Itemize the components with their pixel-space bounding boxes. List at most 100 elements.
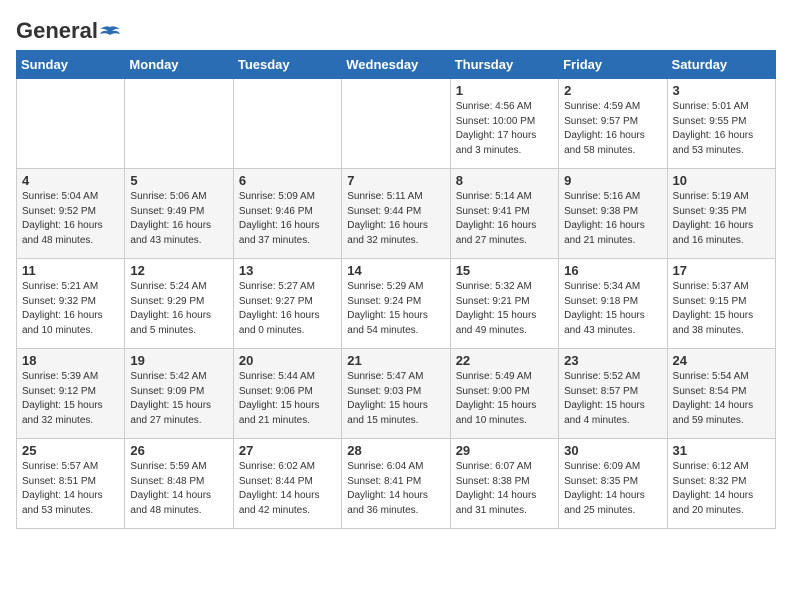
day-info: Sunrise: 6:04 AM Sunset: 8:41 PM Dayligh…: [347, 460, 444, 518]
day-info: Sunrise: 5:37 AM Sunset: 9:15 PM Dayligh…: [673, 280, 770, 338]
day-info: Sunrise: 5:16 AM Sunset: 9:38 PM Dayligh…: [564, 190, 661, 248]
day-number: 19: [130, 353, 227, 368]
day-info: Sunrise: 5:32 AM Sunset: 9:21 PM Dayligh…: [456, 280, 553, 338]
calendar-cell: 11 Sunrise: 5:21 AM Sunset: 9:32 PM Dayli…: [17, 259, 125, 349]
calendar-cell: 4 Sunrise: 5:04 AM Sunset: 9:52 PM Daylig…: [17, 169, 125, 259]
day-info: Sunrise: 5:39 AM Sunset: 9:12 PM Dayligh…: [22, 370, 119, 428]
week-row-4: 18 Sunrise: 5:39 AM Sunset: 9:12 PM Dayli…: [17, 349, 776, 439]
calendar-cell: 12 Sunrise: 5:24 AM Sunset: 9:29 PM Dayli…: [125, 259, 233, 349]
day-number: 13: [239, 263, 336, 278]
day-info: Sunrise: 5:34 AM Sunset: 9:18 PM Dayligh…: [564, 280, 661, 338]
calendar-cell: 25 Sunrise: 5:57 AM Sunset: 8:51 PM Dayli…: [17, 439, 125, 529]
day-info: Sunrise: 6:02 AM Sunset: 8:44 PM Dayligh…: [239, 460, 336, 518]
calendar-cell: 14 Sunrise: 5:29 AM Sunset: 9:24 PM Dayli…: [342, 259, 450, 349]
weekday-header-friday: Friday: [559, 51, 667, 79]
calendar-cell: 10 Sunrise: 5:19 AM Sunset: 9:35 PM Dayli…: [667, 169, 775, 259]
calendar-cell: 24 Sunrise: 5:54 AM Sunset: 8:54 PM Dayli…: [667, 349, 775, 439]
day-info: Sunrise: 5:47 AM Sunset: 9:03 PM Dayligh…: [347, 370, 444, 428]
calendar-cell: 19 Sunrise: 5:42 AM Sunset: 9:09 PM Dayli…: [125, 349, 233, 439]
day-number: 27: [239, 443, 336, 458]
day-info: Sunrise: 5:54 AM Sunset: 8:54 PM Dayligh…: [673, 370, 770, 428]
day-info: Sunrise: 5:21 AM Sunset: 9:32 PM Dayligh…: [22, 280, 119, 338]
day-info: Sunrise: 5:27 AM Sunset: 9:27 PM Dayligh…: [239, 280, 336, 338]
day-info: Sunrise: 5:44 AM Sunset: 9:06 PM Dayligh…: [239, 370, 336, 428]
day-number: 30: [564, 443, 661, 458]
calendar-cell: 23 Sunrise: 5:52 AM Sunset: 8:57 PM Dayli…: [559, 349, 667, 439]
weekday-header-monday: Monday: [125, 51, 233, 79]
calendar-cell: 13 Sunrise: 5:27 AM Sunset: 9:27 PM Dayli…: [233, 259, 341, 349]
week-row-2: 4 Sunrise: 5:04 AM Sunset: 9:52 PM Daylig…: [17, 169, 776, 259]
weekday-header-tuesday: Tuesday: [233, 51, 341, 79]
day-number: 3: [673, 83, 770, 98]
day-number: 15: [456, 263, 553, 278]
calendar-cell: 20 Sunrise: 5:44 AM Sunset: 9:06 PM Dayli…: [233, 349, 341, 439]
day-number: 26: [130, 443, 227, 458]
day-info: Sunrise: 5:01 AM Sunset: 9:55 PM Dayligh…: [673, 100, 770, 158]
day-number: 10: [673, 173, 770, 188]
calendar-cell: [233, 79, 341, 169]
day-info: Sunrise: 5:04 AM Sunset: 9:52 PM Dayligh…: [22, 190, 119, 248]
day-number: 29: [456, 443, 553, 458]
day-info: Sunrise: 5:49 AM Sunset: 9:00 PM Dayligh…: [456, 370, 553, 428]
day-number: 16: [564, 263, 661, 278]
day-number: 23: [564, 353, 661, 368]
day-number: 22: [456, 353, 553, 368]
day-number: 18: [22, 353, 119, 368]
day-number: 21: [347, 353, 444, 368]
day-number: 8: [456, 173, 553, 188]
calendar-cell: 7 Sunrise: 5:11 AM Sunset: 9:44 PM Daylig…: [342, 169, 450, 259]
calendar-cell: [125, 79, 233, 169]
header: General: [16, 16, 776, 42]
calendar-cell: 22 Sunrise: 5:49 AM Sunset: 9:00 PM Dayli…: [450, 349, 558, 439]
day-info: Sunrise: 5:57 AM Sunset: 8:51 PM Dayligh…: [22, 460, 119, 518]
day-number: 20: [239, 353, 336, 368]
calendar-table: SundayMondayTuesdayWednesdayThursdayFrid…: [16, 50, 776, 529]
weekday-header-thursday: Thursday: [450, 51, 558, 79]
calendar-cell: [342, 79, 450, 169]
week-row-3: 11 Sunrise: 5:21 AM Sunset: 9:32 PM Dayli…: [17, 259, 776, 349]
calendar-cell: 27 Sunrise: 6:02 AM Sunset: 8:44 PM Dayli…: [233, 439, 341, 529]
day-info: Sunrise: 6:12 AM Sunset: 8:32 PM Dayligh…: [673, 460, 770, 518]
calendar-cell: 26 Sunrise: 5:59 AM Sunset: 8:48 PM Dayli…: [125, 439, 233, 529]
day-number: 7: [347, 173, 444, 188]
day-info: Sunrise: 5:19 AM Sunset: 9:35 PM Dayligh…: [673, 190, 770, 248]
week-row-5: 25 Sunrise: 5:57 AM Sunset: 8:51 PM Dayli…: [17, 439, 776, 529]
day-number: 14: [347, 263, 444, 278]
calendar-cell: 17 Sunrise: 5:37 AM Sunset: 9:15 PM Dayli…: [667, 259, 775, 349]
weekday-header-wednesday: Wednesday: [342, 51, 450, 79]
day-info: Sunrise: 5:24 AM Sunset: 9:29 PM Dayligh…: [130, 280, 227, 338]
calendar-cell: 8Sunrise: 5:14 AM Sunset: 9:41 PM Daylig…: [450, 169, 558, 259]
day-number: 31: [673, 443, 770, 458]
week-row-1: 1Sunrise: 4:56 AM Sunset: 10:00 PM Dayli…: [17, 79, 776, 169]
calendar-cell: [17, 79, 125, 169]
day-number: 17: [673, 263, 770, 278]
day-info: Sunrise: 5:59 AM Sunset: 8:48 PM Dayligh…: [130, 460, 227, 518]
calendar-cell: 6 Sunrise: 5:09 AM Sunset: 9:46 PM Daylig…: [233, 169, 341, 259]
calendar-cell: 28 Sunrise: 6:04 AM Sunset: 8:41 PM Dayli…: [342, 439, 450, 529]
day-info: Sunrise: 6:09 AM Sunset: 8:35 PM Dayligh…: [564, 460, 661, 518]
day-number: 4: [22, 173, 119, 188]
day-info: Sunrise: 4:59 AM Sunset: 9:57 PM Dayligh…: [564, 100, 661, 158]
calendar-cell: 31 Sunrise: 6:12 AM Sunset: 8:32 PM Dayli…: [667, 439, 775, 529]
day-info: Sunrise: 5:09 AM Sunset: 9:46 PM Dayligh…: [239, 190, 336, 248]
day-info: Sunrise: 6:07 AM Sunset: 8:38 PM Dayligh…: [456, 460, 553, 518]
day-info: Sunrise: 5:11 AM Sunset: 9:44 PM Dayligh…: [347, 190, 444, 248]
calendar-cell: 2Sunrise: 4:59 AM Sunset: 9:57 PM Daylig…: [559, 79, 667, 169]
day-number: 6: [239, 173, 336, 188]
day-number: 24: [673, 353, 770, 368]
day-number: 12: [130, 263, 227, 278]
calendar-cell: 16 Sunrise: 5:34 AM Sunset: 9:18 PM Dayli…: [559, 259, 667, 349]
calendar-cell: 3 Sunrise: 5:01 AM Sunset: 9:55 PM Daylig…: [667, 79, 775, 169]
day-number: 1: [456, 83, 553, 98]
day-info: Sunrise: 5:52 AM Sunset: 8:57 PM Dayligh…: [564, 370, 661, 428]
day-number: 9: [564, 173, 661, 188]
day-number: 25: [22, 443, 119, 458]
weekday-header-row: SundayMondayTuesdayWednesdayThursdayFrid…: [17, 51, 776, 79]
day-number: 11: [22, 263, 119, 278]
day-info: Sunrise: 5:29 AM Sunset: 9:24 PM Dayligh…: [347, 280, 444, 338]
calendar-cell: 29 Sunrise: 6:07 AM Sunset: 8:38 PM Dayli…: [450, 439, 558, 529]
day-info: Sunrise: 5:42 AM Sunset: 9:09 PM Dayligh…: [130, 370, 227, 428]
logo: General: [16, 20, 120, 42]
calendar-cell: 18 Sunrise: 5:39 AM Sunset: 9:12 PM Dayli…: [17, 349, 125, 439]
day-number: 28: [347, 443, 444, 458]
